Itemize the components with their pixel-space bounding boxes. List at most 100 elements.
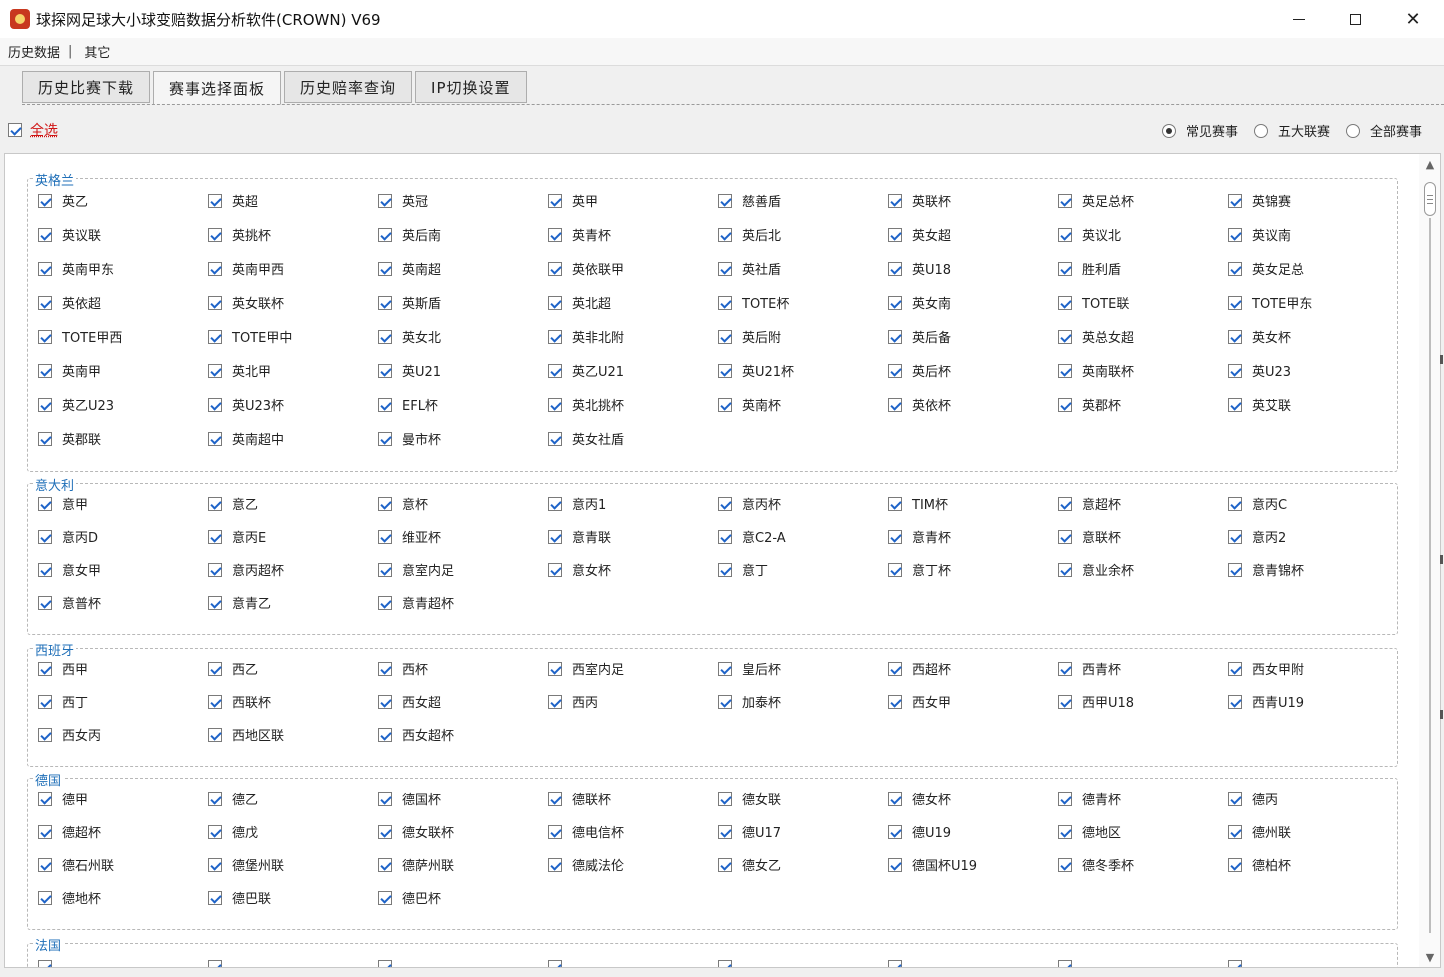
league-checkbox-label[interactable]: 英U23 [1252, 361, 1291, 380]
league-checkbox[interactable] [888, 397, 902, 412]
league-checkbox-item[interactable]: 英锦赛 [1228, 191, 1291, 210]
league-checkbox[interactable] [888, 363, 902, 378]
league-checkbox-label[interactable]: 英U21杯 [742, 361, 794, 380]
league-checkbox-label[interactable]: 德石州联 [62, 855, 114, 874]
league-checkbox[interactable] [548, 661, 562, 676]
league-checkbox[interactable] [888, 791, 902, 806]
league-checkbox-item[interactable]: 德堡州联 [208, 855, 284, 874]
league-checkbox-item[interactable]: 意甲 [38, 494, 88, 513]
league-checkbox-label[interactable]: 意联杯 [1082, 527, 1121, 546]
league-checkbox-item[interactable]: 意丙C [1228, 494, 1287, 513]
league-checkbox-label[interactable]: 英女超 [912, 225, 951, 244]
league-checkbox[interactable] [208, 227, 222, 242]
league-checkbox-item[interactable]: 英南联杯 [1058, 361, 1134, 380]
league-checkbox[interactable] [1228, 824, 1242, 839]
league-checkbox[interactable] [378, 227, 392, 242]
league-checkbox[interactable] [1228, 295, 1242, 310]
league-checkbox-item[interactable]: 英议北 [1058, 225, 1121, 244]
league-checkbox-item[interactable]: 英非北附 [548, 327, 624, 346]
league-checkbox-item[interactable]: 西女超杯 [378, 725, 454, 744]
league-checkbox-label[interactable]: 意青杯 [912, 527, 951, 546]
league-checkbox-label[interactable]: 意丙E [232, 527, 266, 546]
league-checkbox[interactable] [888, 295, 902, 310]
league-checkbox[interactable] [208, 397, 222, 412]
league-checkbox-item[interactable]: 英后附 [718, 327, 781, 346]
league-checkbox-item[interactable]: TOTE甲东 [1228, 293, 1312, 312]
league-checkbox-item[interactable]: 意丁杯 [888, 560, 951, 579]
league-checkbox-item[interactable]: 德冬季杯 [1058, 855, 1134, 874]
league-checkbox-label[interactable]: 英郡联 [62, 429, 101, 448]
league-checkbox[interactable] [718, 857, 732, 872]
league-checkbox[interactable] [1058, 227, 1072, 242]
league-checkbox-label[interactable]: 加泰杯 [742, 692, 781, 711]
league-checkbox[interactable] [718, 227, 732, 242]
league-checkbox[interactable] [378, 960, 392, 967]
league-checkbox-label[interactable]: 意青乙 [232, 593, 271, 612]
league-checkbox-label[interactable]: 英挑杯 [232, 225, 271, 244]
league-checkbox-item[interactable]: 西女丙 [38, 725, 101, 744]
league-checkbox[interactable] [208, 857, 222, 872]
league-checkbox-label[interactable]: 英议联 [62, 225, 101, 244]
league-checkbox[interactable] [548, 562, 562, 577]
league-checkbox-item[interactable]: 德州联 [1228, 822, 1291, 841]
league-checkbox-label[interactable]: 意丙2 [1252, 527, 1286, 546]
minimize-button[interactable] [1270, 0, 1328, 38]
league-checkbox[interactable] [38, 857, 52, 872]
league-checkbox-item[interactable]: 英依超 [38, 293, 101, 312]
league-checkbox-label[interactable]: 西丁 [62, 692, 88, 711]
league-checkbox-label[interactable]: 英乙U21 [572, 361, 624, 380]
league-checkbox-label[interactable]: 意丙D [62, 527, 98, 546]
league-checkbox-label[interactable]: 英依联甲 [572, 259, 624, 278]
league-checkbox-item[interactable]: 英总女超 [1058, 327, 1134, 346]
league-checkbox-item[interactable]: 意青超杯 [378, 593, 454, 612]
league-checkbox-label[interactable]: 西地区联 [232, 725, 284, 744]
league-checkbox-item[interactable]: 意青乙 [208, 593, 271, 612]
league-checkbox-item[interactable]: 英郡杯 [1058, 395, 1121, 414]
league-checkbox-label[interactable]: 英足总杯 [1082, 191, 1134, 210]
league-checkbox-item[interactable]: 胜利盾 [1058, 259, 1121, 278]
league-checkbox[interactable] [888, 329, 902, 344]
league-checkbox-item[interactable]: 英女足总 [1228, 259, 1304, 278]
tab-odds-query[interactable]: 历史赔率查询 [284, 71, 413, 103]
league-checkbox-label[interactable]: 德国杯U19 [912, 855, 977, 874]
league-checkbox-item[interactable]: 德地区 [1058, 822, 1121, 841]
league-checkbox-item[interactable]: 德乙 [208, 789, 258, 808]
league-checkbox-label[interactable]: 德萨州联 [402, 855, 454, 874]
league-checkbox-item[interactable]: 英女联杯 [208, 293, 284, 312]
league-checkbox-item[interactable]: 英女南 [888, 293, 951, 312]
league-checkbox-item[interactable]: 西甲 [38, 659, 88, 678]
league-checkbox[interactable] [718, 694, 732, 709]
league-checkbox[interactable] [718, 261, 732, 276]
league-checkbox[interactable] [1228, 193, 1242, 208]
league-checkbox[interactable] [888, 824, 902, 839]
league-checkbox[interactable] [378, 431, 392, 446]
league-checkbox-item[interactable]: 德国杯U19 [888, 855, 977, 874]
league-checkbox[interactable] [1058, 496, 1072, 511]
league-checkbox[interactable] [1058, 857, 1072, 872]
league-checkbox-item[interactable]: 意超杯 [1058, 494, 1121, 513]
league-checkbox[interactable] [208, 496, 222, 511]
league-checkbox-item[interactable]: TOTE联 [1058, 293, 1129, 312]
league-checkbox-label[interactable]: 德乙 [232, 789, 258, 808]
league-checkbox[interactable] [548, 824, 562, 839]
league-checkbox-item[interactable]: 英南超中 [208, 429, 284, 448]
league-checkbox-label[interactable]: 西女甲附 [1252, 659, 1304, 678]
league-checkbox-item[interactable]: 英后南 [378, 225, 441, 244]
league-checkbox-item[interactable]: 意丙1 [548, 494, 606, 513]
menu-history-data[interactable]: 历史数据 [8, 42, 60, 61]
league-checkbox[interactable] [548, 329, 562, 344]
league-checkbox-item[interactable]: 英社盾 [718, 259, 781, 278]
league-checkbox-label[interactable]: TIM杯 [912, 494, 948, 513]
league-checkbox[interactable] [718, 193, 732, 208]
league-checkbox-item[interactable]: 意室内足 [378, 560, 454, 579]
league-checkbox-label[interactable]: 英后北 [742, 225, 781, 244]
league-checkbox[interactable] [718, 562, 732, 577]
league-checkbox[interactable] [888, 694, 902, 709]
league-checkbox[interactable] [718, 329, 732, 344]
league-checkbox-label[interactable]: 德超杯 [62, 822, 101, 841]
league-checkbox-item[interactable] [718, 960, 732, 967]
league-checkbox[interactable] [1228, 363, 1242, 378]
league-checkbox-label[interactable]: 英总女超 [1082, 327, 1134, 346]
league-checkbox[interactable] [1058, 960, 1072, 967]
league-checkbox-item[interactable]: 意联杯 [1058, 527, 1121, 546]
